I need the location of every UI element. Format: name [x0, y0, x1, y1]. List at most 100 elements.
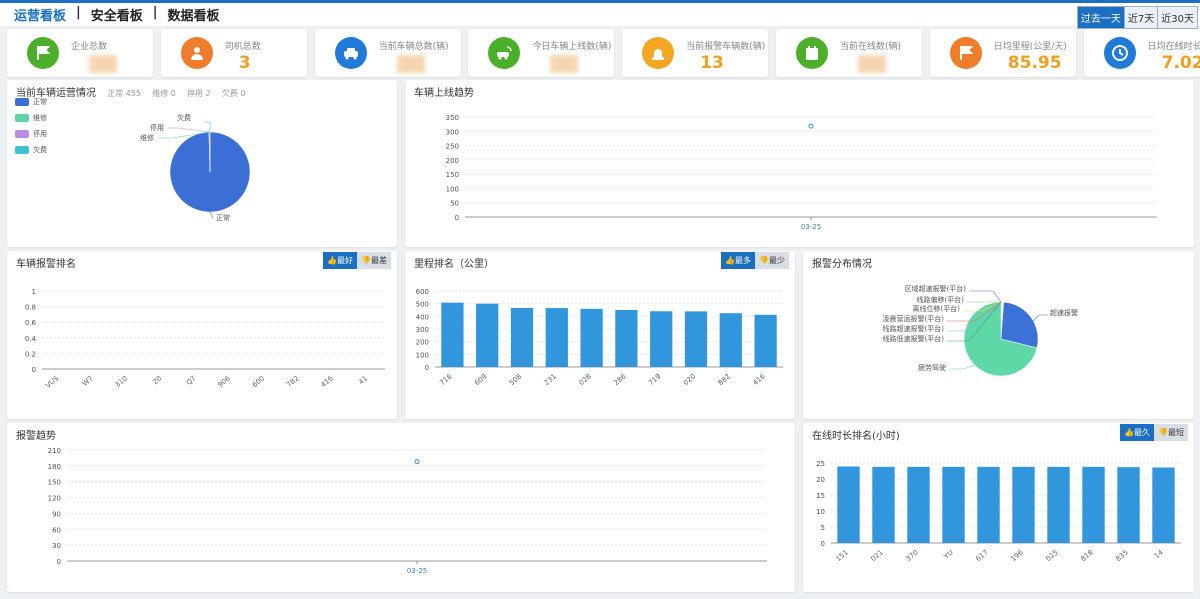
pie-label: 正常: [216, 213, 230, 222]
y-tick-label: 0.4: [25, 335, 37, 343]
vehicle-status-panel: 当前车辆运营情况 正常 455 维修 0 停用 2 欠费 0 正常 维修 停用 …: [7, 80, 397, 247]
pie-label: 疲劳驾驶: [918, 363, 946, 372]
top-bar: 运营看板 | 安全看板 | 数据看板 过去一天 近7天 近30天: [0, 0, 1200, 29]
range-past-day[interactable]: 过去一天: [1077, 7, 1124, 28]
alarm-rank-panel: 车辆报警排名 👍最好 👎最差 0 0.2 0.4 0.6 0.8 1 VUS W7 310 20 Q…: [7, 251, 397, 419]
bar: [1012, 466, 1035, 543]
range-7-days[interactable]: 近7天: [1123, 7, 1158, 28]
x-tick-label: 609: [473, 372, 488, 387]
pie-label: 凌晨营运报警(平台): [883, 314, 945, 323]
nav-separator: |: [76, 5, 81, 20]
online-rank-chart: 0 5 10 15 20 25 151 021 370 YU 617 196 025 818 835 14: [816, 460, 1181, 563]
nav-separator: |: [152, 5, 158, 20]
pie-label: 离线位移(平台): [913, 304, 961, 313]
bar: [1117, 467, 1140, 543]
x-tick-label: 310: [114, 374, 129, 389]
x-tick-label: 286: [612, 372, 628, 387]
y-tick-label: 10: [816, 508, 825, 516]
bar: [719, 313, 742, 367]
dashboard-nav: 运营看板 | 安全看板 | 数据看板: [14, 5, 220, 24]
bar: [1082, 466, 1105, 543]
pie-label: 线路偏移(平台): [917, 295, 965, 304]
stat-card-5: 当前在线数(辆): [776, 29, 922, 77]
pie-label-line: [203, 121, 211, 132]
y-tick-label: 300: [446, 128, 459, 136]
stat-card-label: 日均在线时长(时/天): [1147, 42, 1200, 52]
bar: [977, 466, 1000, 543]
y-tick-label: 0.8: [25, 304, 36, 312]
pie-label-line: [949, 364, 976, 370]
pie-label: 维修: [140, 133, 154, 142]
x-tick-label: YU: [942, 548, 955, 561]
pie-label: 超速报警: [1050, 308, 1078, 317]
bar: [545, 308, 568, 367]
y-tick-label: 500: [416, 301, 429, 309]
y-tick-label: 100: [446, 185, 459, 193]
y-tick-label: 300: [416, 326, 429, 334]
stat-card-label: 日均里程(公里/天): [993, 42, 1067, 52]
y-tick-label: 15: [816, 492, 825, 500]
pie-label-line: [167, 127, 211, 133]
bar: [615, 310, 638, 367]
stat-card-value: 3: [238, 53, 251, 73]
y-tick-label: 350: [446, 114, 459, 122]
tab-operations[interactable]: 运营看板: [14, 5, 66, 24]
y-tick-label: 90: [52, 510, 61, 518]
y-tick-label: 50: [450, 200, 459, 208]
pie-label: 区域超速报警(平台): [905, 284, 967, 293]
stat-card-7: 日均在线时长(时/天)7.02: [1083, 29, 1200, 77]
bar: [441, 302, 464, 367]
alarm-trend-panel: 报警趋势 0 30 60 90 120 150 180 210 03-25: [7, 423, 795, 592]
y-tick-label: 5: [821, 524, 825, 532]
x-tick-label: 719: [647, 372, 662, 387]
online-trend-chart: 0 50 100 150 200 250 300 350 03-25: [446, 114, 1157, 231]
stat-card-label: 当前车辆总数(辆): [378, 42, 449, 52]
x-tick-label: 028: [577, 372, 592, 387]
tab-safety[interactable]: 安全看板: [91, 5, 143, 24]
x-tick-label: 835: [1114, 548, 1129, 563]
tab-data[interactable]: 数据看板: [168, 5, 220, 24]
alarm-rank-chart: 0 0.2 0.4 0.6 0.8 1 VUS W7 310 20 Q7 906 600 782 416 41: [25, 288, 385, 390]
y-tick-label: 210: [48, 447, 61, 455]
stat-card-value: 13: [700, 53, 724, 73]
mileage-rank-panel: 里程排名（公里） 👍最多 👎最少 0 100 200 300 400 500 600 716 6…: [405, 251, 795, 419]
y-tick-label: 400: [416, 313, 429, 321]
x-tick-label: W7: [81, 374, 95, 387]
driver-icon: [180, 37, 213, 69]
y-tick-label: 0: [821, 540, 825, 548]
y-tick-label: 150: [446, 171, 459, 179]
stat-card-0: 企业总数: [7, 29, 153, 77]
x-tick-label: 14: [1153, 548, 1165, 560]
y-tick-label: 0: [57, 558, 61, 566]
x-tick-label: 716: [438, 372, 454, 387]
car-icon: [334, 37, 367, 69]
y-tick-label: 180: [48, 463, 61, 471]
x-tick-label: 151: [834, 548, 849, 563]
flag-icon: [27, 37, 59, 69]
stat-card-label: 司机总数: [224, 42, 261, 52]
x-tick-label: Q7: [185, 374, 198, 387]
range-30-days[interactable]: 近30天: [1157, 7, 1197, 28]
pie-label: 线路超速报警(平台): [883, 324, 945, 333]
y-tick-label: 600: [416, 288, 429, 296]
bar: [684, 311, 708, 367]
stat-card-2: 当前车辆总数(辆): [314, 29, 461, 77]
x-tick-label: 882: [717, 372, 732, 387]
time-range-selector: 过去一天 近7天 近30天: [1076, 6, 1198, 29]
online-duration-rank-panel: 在线时长排名(小时) 👍最久 👎最短 0 5 10 15 20 25 151 021 370 YU…: [803, 423, 1194, 592]
bar: [837, 466, 860, 543]
stat-card-value: 85.95: [1007, 53, 1062, 73]
x-tick-label: 021: [869, 548, 884, 563]
alarm-trend-chart: 0 30 60 90 120 150 180 210 03-25: [48, 447, 767, 575]
stat-card-value-redacted: [550, 55, 579, 73]
stat-card-1: 司机总数 3: [160, 29, 307, 77]
stat-card-3: 今日车辆上线数(辆): [468, 29, 615, 77]
stat-card-value: 7.02: [1161, 53, 1200, 73]
x-tick-label: 617: [974, 548, 989, 563]
flag-icon: [949, 37, 982, 69]
x-tick-label: 196: [1009, 548, 1025, 563]
x-tick-label: 818: [1079, 548, 1094, 563]
x-tick-label: 906: [217, 374, 233, 389]
bar: [650, 311, 673, 367]
x-tick-label: 025: [1044, 548, 1059, 563]
